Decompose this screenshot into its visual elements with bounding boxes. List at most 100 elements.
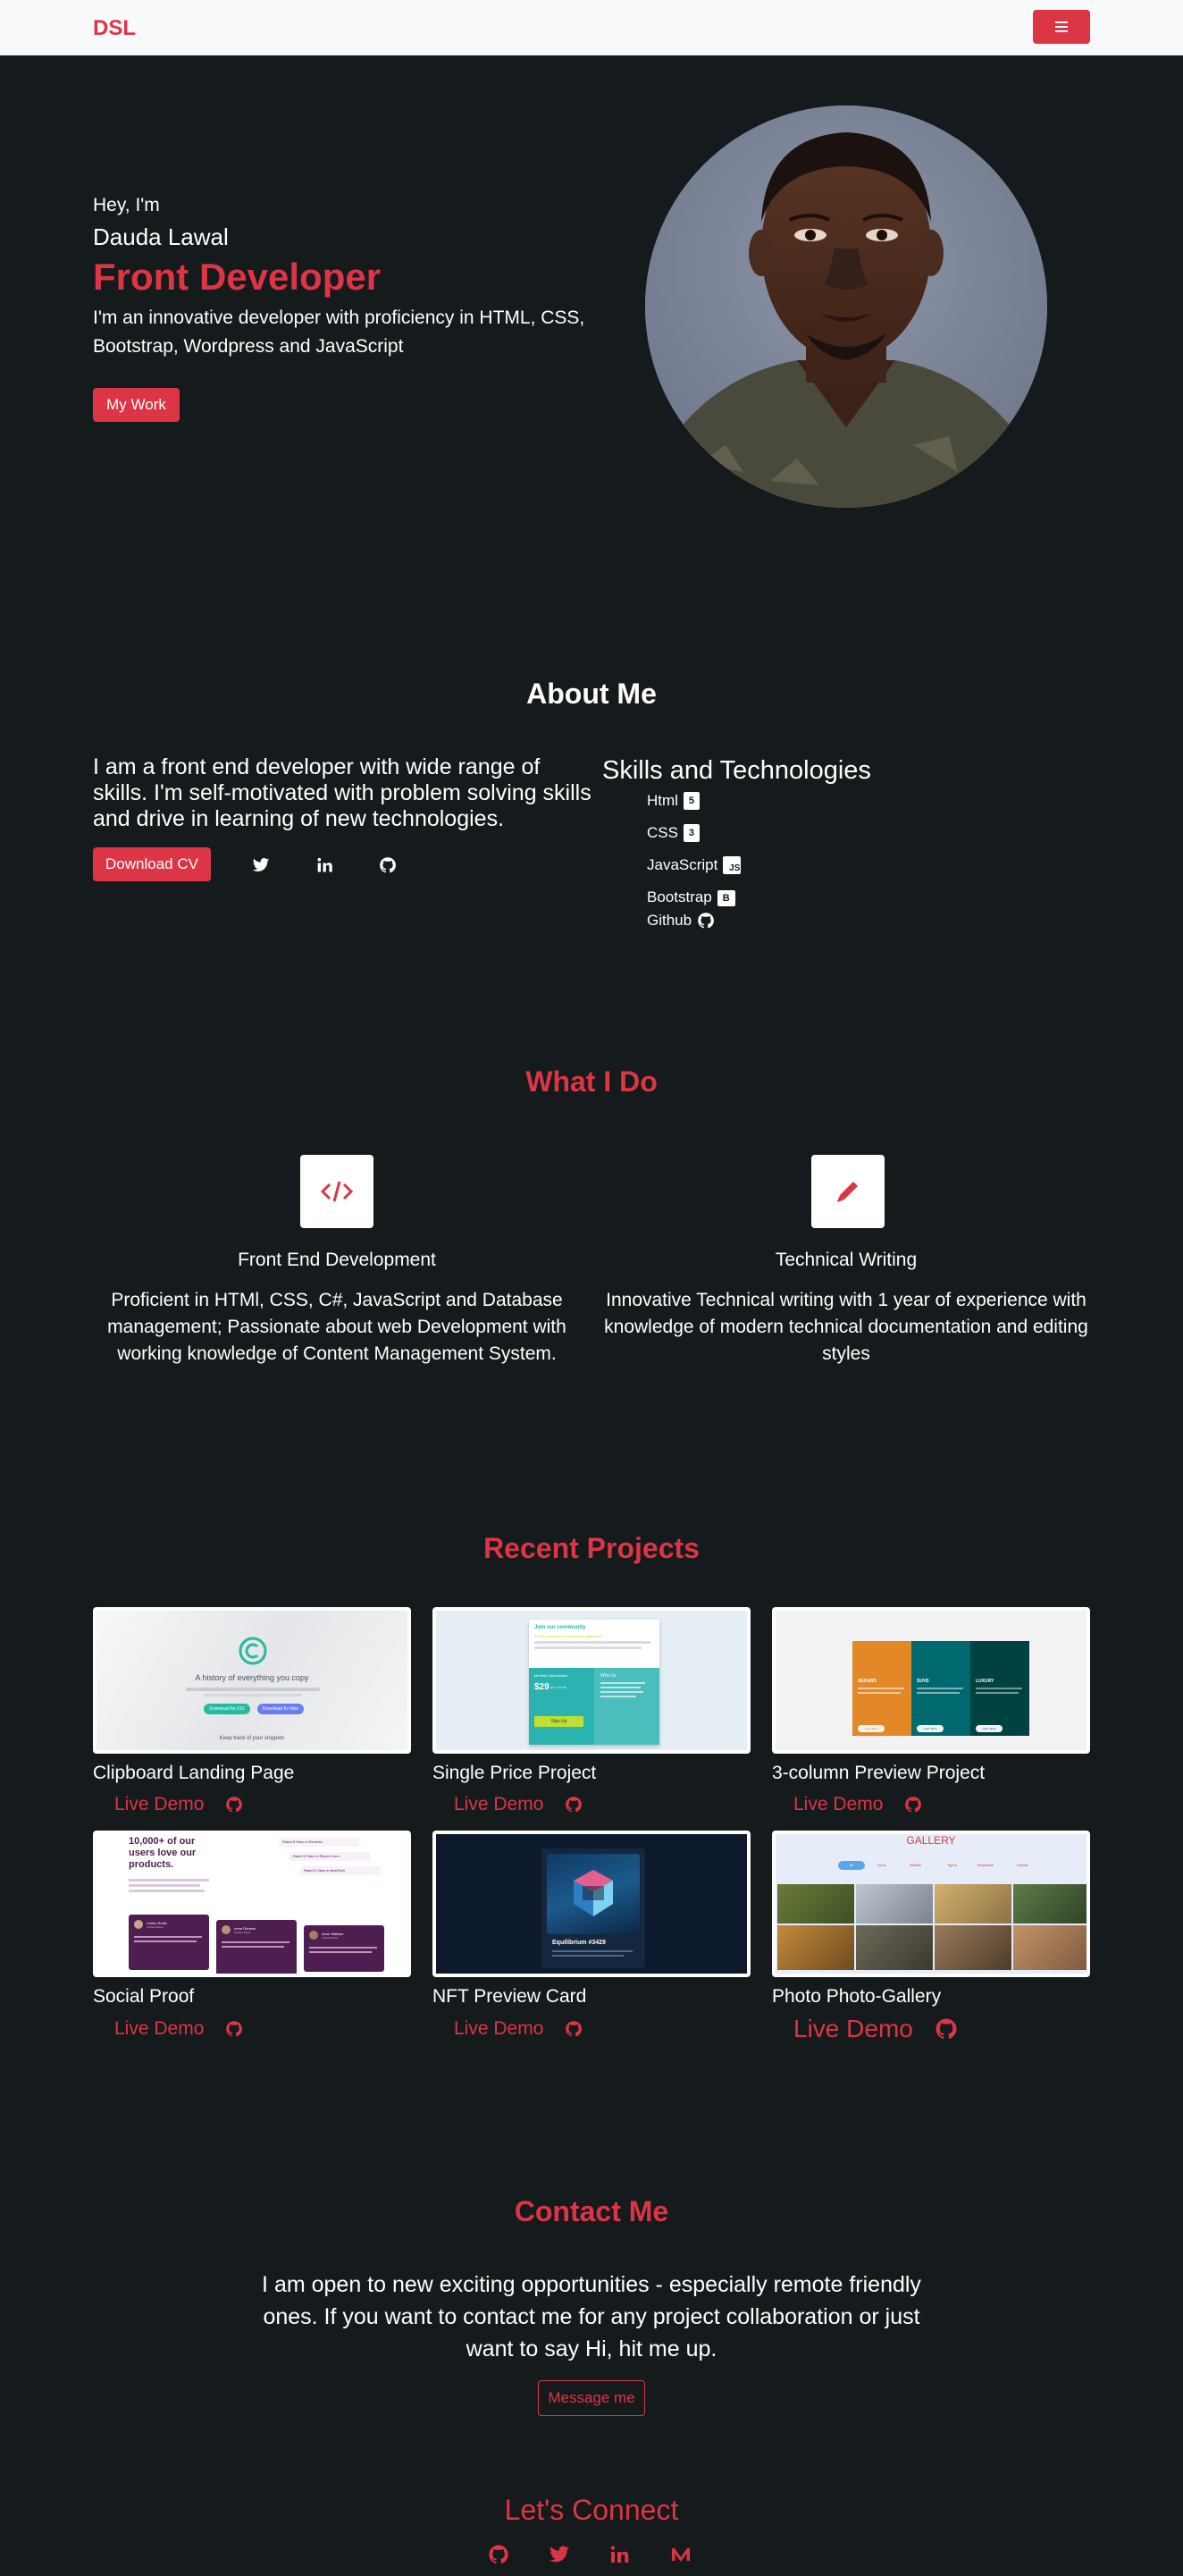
my-work-button[interactable]: My Work [93,388,180,422]
project-links: Live Demo [114,1794,243,1815]
thumb-rating: Rated 5 Stars in Reviews [279,1838,359,1847]
about-title: About Me [526,678,657,710]
projects-title: Recent Projects [483,1532,700,1564]
thumb-verified: Verified Buyer [147,1925,164,1929]
twitter-icon[interactable] [252,856,270,874]
project-links: Live Demo [793,1794,922,1815]
services-title: What I Do [525,1065,658,1098]
project-name: Single Price Project [432,1763,597,1783]
service-title: Technical Writing [775,1250,918,1270]
github-icon [698,913,715,929]
project-name: Clipboard Landing Page [93,1763,295,1783]
thumb-col-title: SEDANS [858,1679,877,1684]
project-links: Live Demo [793,2015,958,2043]
service-icon-box [300,1155,373,1228]
live-demo-link[interactable]: Live Demo [454,1794,543,1815]
skill-label: Github [647,912,692,929]
project-thumbnail-social-proof[interactable]: 10,000+ of our users love our products. … [93,1831,411,1977]
thumb-cta: Sign Up [534,1716,583,1727]
download-cv-button[interactable]: Download CV [93,847,211,881]
thumb-title: GALLERY [906,1834,956,1847]
project-thumbnail-nft-preview[interactable]: Equilibrium #3429 [432,1831,751,1977]
thumb-why: Why Us [600,1673,617,1679]
service-icon-box [811,1155,885,1228]
live-demo-link[interactable]: Live Demo [454,2018,543,2040]
thumb-btn: Learn More [917,1725,944,1732]
thumb-price-unit: per month [550,1685,567,1689]
project-thumbnail-3-column[interactable]: SEDANS SUVS LUXURY Learn More Learn More… [772,1607,1090,1754]
live-demo-link[interactable]: Live Demo [114,1794,204,1815]
service-title: Front End Development [238,1250,436,1270]
thumb-tab: Horses [1017,1863,1028,1867]
thumb-verified: Verified Buyer [322,1936,339,1940]
github-icon[interactable] [565,2020,583,2038]
github-icon[interactable] [904,1796,922,1814]
project-thumbnail-single-price[interactable]: Join our community 30-day, hassle-free m… [432,1607,751,1754]
contact-title: Contact Me [514,2195,669,2227]
code-icon [321,1181,353,1202]
thumb-tab: Tigers [947,1863,957,1867]
thumb-rating: Rated 5 Stars in Report Guru [289,1852,370,1861]
github-icon[interactable] [379,856,397,874]
thumb-verified: Verified Buyer [234,1931,251,1934]
navbar: DSL [0,0,1183,55]
thumb-tab: Wildlife [910,1863,921,1867]
project-thumbnail-photo-gallery[interactable]: GALLERY All Lions Wildlife Tigers Elepha… [772,1831,1090,1977]
thumb-footer: Keep track of your snippets [219,1736,285,1741]
service-description: Innovative Technical writing with 1 year… [604,1290,1088,1364]
hero-description: I'm an innovative developer with profici… [93,307,585,357]
about-text: I am a front end developer with wide ran… [93,754,592,831]
skills-title: Skills and Technologies [602,756,871,785]
project-links: Live Demo [454,2018,583,2040]
thumb-btn: Download for iOS [204,1704,250,1714]
github-icon[interactable] [935,2017,958,2041]
skill-css: CSS 3 [647,824,700,842]
thumb-title: Equilibrium #3429 [552,1940,606,1946]
thumb-price: $29 [534,1682,550,1692]
service-description: Proficient in HTMl, CSS, C#, JavaScript … [107,1290,566,1364]
bootstrap-icon: B [717,890,735,906]
live-demo-link[interactable]: Live Demo [114,2018,204,2040]
linkedin-icon[interactable] [609,2544,631,2565]
thumb-rating: Rated 5 Stars in BestTech [300,1866,381,1875]
skill-label: Html [647,792,678,809]
skill-label: CSS [647,824,678,841]
skill-javascript: JavaScript JS [647,856,742,874]
project-name: Social Proof [93,1986,195,2007]
project-name: Photo Photo-Gallery [772,1986,942,2007]
medium-icon[interactable] [670,2544,692,2565]
thumb-heading: A history of everything you copy [195,1673,309,1682]
linkedin-icon[interactable] [316,856,334,874]
thumb-col-title: LUXURY [976,1679,994,1684]
nft-cube-image [574,1870,613,1916]
github-icon[interactable] [565,1796,583,1814]
github-icon[interactable] [488,2544,509,2565]
message-me-button[interactable]: Message me [538,2380,645,2416]
project-thumbnail-clipboard[interactable]: A history of everything you copy Downloa… [93,1607,411,1754]
twitter-icon[interactable] [549,2544,570,2565]
skill-bootstrap: Bootstrap B [647,888,735,906]
project-name: NFT Preview Card [432,1986,587,2007]
clipboard-logo-icon [239,1637,267,1665]
github-icon[interactable] [225,2020,243,2038]
live-demo-link[interactable]: Live Demo [793,2015,913,2043]
pencil-icon [837,1182,858,1202]
live-demo-link[interactable]: Live Demo [793,1794,883,1815]
hero-greeting: Hey, I'm [93,195,160,215]
connect-title: Let's Connect [504,2494,679,2526]
thumb-btn: Download for Mac [257,1704,304,1714]
github-icon[interactable] [225,1796,243,1814]
thumb-tab: Elephants [977,1863,994,1867]
thumb-tab: All [838,1861,865,1870]
hero-title: Front Developer [93,256,382,298]
navbar-toggler-button[interactable] [1033,10,1090,44]
profile-photo [645,105,1047,508]
thumb-btn: Learn More [858,1725,885,1732]
hamburger-icon [1055,21,1068,32]
thumb-subheading: 30-day, hassle-free money back guarantee [534,1634,602,1638]
thumb-col-title: SUVS [917,1679,929,1684]
thumb-btn: Learn More [976,1725,1003,1732]
thumb-heading: 10,000+ of our users love our products. [129,1836,197,1870]
brand-logo[interactable]: DSL [93,16,136,41]
hero-name: Dauda Lawal [93,223,229,250]
